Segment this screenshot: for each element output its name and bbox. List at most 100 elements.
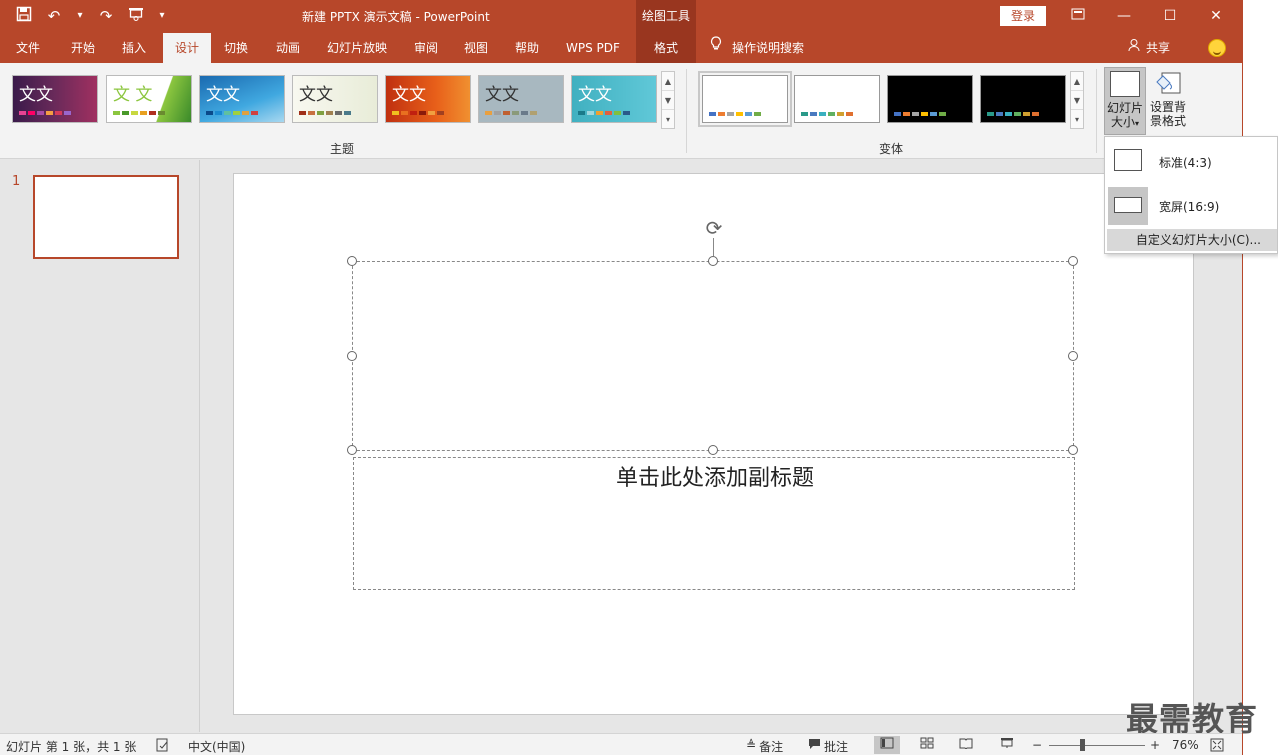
theme-thumbnail[interactable]: 文文 [571, 75, 657, 123]
tab-help[interactable]: 帮助 [511, 33, 543, 63]
tab-insert[interactable]: 插入 [118, 33, 150, 63]
share-label: 共享 [1146, 41, 1171, 55]
theme-thumbnail[interactable]: 文 文 [106, 75, 192, 123]
format-background-button[interactable]: 设置背 景格式 [1147, 67, 1189, 135]
tab-transitions[interactable]: 切换 [220, 33, 252, 63]
format-background-label-1: 设置背 [1149, 100, 1186, 114]
slideshow-view-icon[interactable] [994, 736, 1020, 754]
tab-design[interactable]: 设计 [163, 33, 211, 63]
tab-review[interactable]: 审阅 [410, 33, 442, 63]
custom-slide-size-option[interactable]: 自定义幻灯片大小(C)... [1107, 229, 1277, 251]
theme-thumb-text: 文文 [299, 85, 333, 105]
theme-thumb-text: 文 文 [113, 85, 153, 105]
tab-file[interactable]: 文件 [12, 33, 44, 63]
ribbon-tab-row: 文件 开始 插入 设计 切换 动画 幻灯片放映 审阅 视图 帮助 WPS PDF… [0, 33, 1242, 63]
zoom-out-button[interactable]: − [1032, 738, 1042, 752]
close-icon[interactable]: ✕ [1204, 5, 1228, 27]
comments-button[interactable]: 批注 [808, 738, 848, 755]
group-divider [686, 69, 687, 153]
maximize-icon[interactable]: ☐ [1158, 5, 1182, 27]
group-divider [1096, 69, 1097, 153]
standard-option-label: 标准(4:3) [1159, 156, 1212, 170]
notes-icon: ≜ [746, 738, 757, 752]
theme-thumbnail[interactable]: 文文 [199, 75, 285, 123]
language-status[interactable]: 中文(中国) [188, 738, 245, 755]
minimize-icon[interactable]: — [1112, 5, 1136, 27]
comments-label: 批注 [824, 740, 849, 754]
quick-access-toolbar: ↶ ▾ ↷ ▾ [14, 6, 168, 26]
slide-thumbnail[interactable] [33, 175, 179, 259]
reading-view-icon[interactable] [953, 736, 979, 754]
variants-gallery-scroll[interactable]: ▲ ▼ ▾ [1070, 71, 1084, 129]
redo-icon[interactable]: ↷ [96, 6, 116, 26]
login-button[interactable]: 登录 [1000, 6, 1046, 26]
resize-handle[interactable] [347, 351, 357, 361]
customize-qat-icon[interactable]: ▾ [156, 6, 168, 26]
zoom-level[interactable]: 76% [1172, 738, 1199, 752]
gallery-more-icon[interactable]: ▾ [1071, 110, 1083, 129]
theme-thumbnail[interactable]: 文文 [478, 75, 564, 123]
undo-icon[interactable]: ↶ [44, 6, 64, 26]
zoom-slider-thumb[interactable] [1080, 739, 1085, 751]
tab-view[interactable]: 视图 [460, 33, 492, 63]
format-background-label-2: 景格式 [1149, 114, 1186, 128]
theme-thumbnail[interactable]: 文文 [292, 75, 378, 123]
scroll-down-icon[interactable]: ▼ [1071, 91, 1083, 110]
slide-size-button[interactable]: 幻灯片 大小▾ [1104, 67, 1146, 135]
notes-button[interactable]: ≜ 备注 [746, 738, 783, 755]
slide-size-standard-option[interactable]: 标准(4:3) [1105, 139, 1278, 183]
zoom-slider-track[interactable] [1049, 745, 1145, 746]
variant-thumbnail[interactable] [980, 75, 1066, 123]
variant-thumbnail[interactable] [794, 75, 880, 123]
slide-thumbnail-pane: 1 [0, 160, 200, 732]
tab-format[interactable]: 格式 [636, 33, 696, 63]
variant-thumbnail[interactable] [887, 75, 973, 123]
resize-handle[interactable] [347, 445, 357, 455]
ribbon-display-options-icon[interactable] [1066, 5, 1090, 27]
subtitle-placeholder[interactable]: 单击此处添加副标题 [353, 457, 1075, 590]
resize-handle[interactable] [1068, 256, 1078, 266]
themes-gallery-scroll[interactable]: ▲ ▼ ▾ [661, 71, 675, 129]
theme-thumb-text: 文文 [19, 85, 53, 105]
title-placeholder[interactable] [352, 261, 1074, 451]
scroll-up-icon[interactable]: ▲ [662, 72, 674, 91]
slide-count-status: 幻灯片 第 1 张，共 1 张 [6, 740, 137, 754]
resize-handle[interactable] [708, 445, 718, 455]
widescreen-option-label: 宽屏(16:9) [1159, 200, 1220, 214]
standard-ratio-icon [1114, 149, 1142, 171]
tab-home[interactable]: 开始 [67, 33, 99, 63]
present-icon[interactable] [126, 6, 146, 26]
scroll-up-icon[interactable]: ▲ [1071, 72, 1083, 91]
tab-animations[interactable]: 动画 [272, 33, 304, 63]
fit-to-window-icon[interactable] [1210, 738, 1224, 755]
feedback-smiley-icon[interactable] [1208, 39, 1226, 57]
resize-handle[interactable] [347, 256, 357, 266]
tab-slideshow[interactable]: 幻灯片放映 [323, 33, 391, 63]
tell-me-search[interactable]: 操作说明搜索 [710, 33, 804, 63]
tell-me-label: 操作说明搜索 [732, 41, 805, 55]
spelling-check-icon[interactable] [156, 738, 170, 755]
variant-thumbnail[interactable] [698, 71, 792, 127]
rotate-handle-icon[interactable]: ⟳ [703, 217, 725, 239]
gallery-more-icon[interactable]: ▾ [662, 110, 674, 129]
save-icon[interactable] [14, 6, 34, 26]
resize-handle[interactable] [1068, 445, 1078, 455]
widescreen-ratio-icon [1114, 197, 1142, 213]
themes-group-label: 主题 [330, 142, 355, 156]
resize-handle[interactable] [708, 256, 718, 266]
normal-view-icon[interactable] [874, 736, 900, 754]
undo-dropdown-icon[interactable]: ▾ [74, 6, 86, 26]
slide-size-widescreen-option[interactable]: 宽屏(16:9) [1105, 183, 1278, 227]
theme-thumbnail[interactable]: 文文 [12, 75, 98, 123]
slide-sorter-icon[interactable] [914, 736, 940, 754]
resize-handle[interactable] [1068, 351, 1078, 361]
tab-wps-pdf[interactable]: WPS PDF [562, 33, 624, 63]
share-button[interactable]: 共享 [1128, 33, 1170, 63]
subtitle-placeholder-text: 单击此处添加副标题 [615, 466, 814, 491]
scroll-down-icon[interactable]: ▼ [662, 91, 674, 110]
theme-thumb-text: 文文 [392, 85, 426, 105]
zoom-in-button[interactable]: + [1150, 738, 1160, 752]
document-title: 新建 PPTX 演示文稿 - PowerPoint [302, 10, 490, 24]
slide-size-icon [1110, 71, 1140, 97]
theme-thumbnail[interactable]: 文文 [385, 75, 471, 123]
